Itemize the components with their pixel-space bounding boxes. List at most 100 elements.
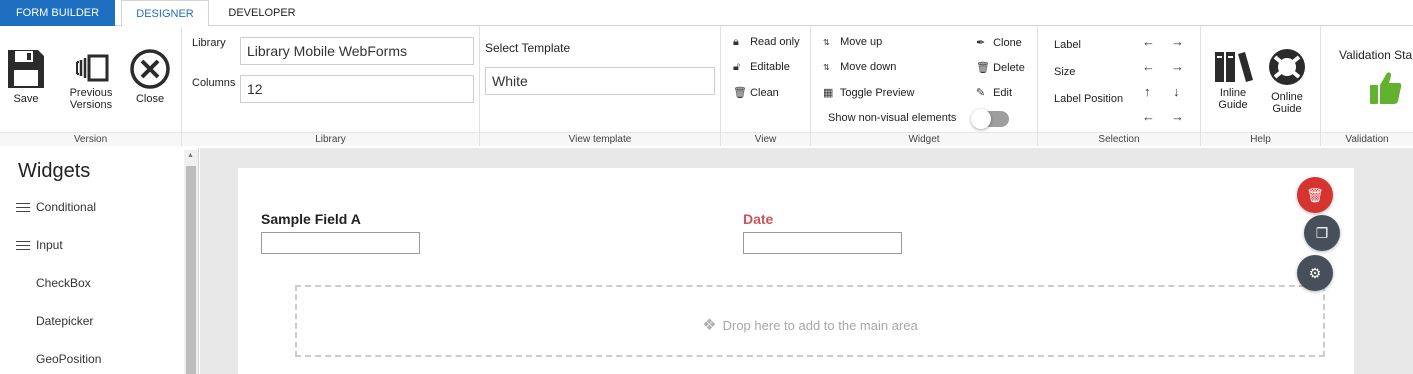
move-up-label: Move up	[840, 36, 883, 48]
save-label: Save	[13, 93, 39, 105]
label-right-arrow-icon[interactable]: →	[1171, 34, 1184, 49]
previous-versions-button[interactable]: Previous Versions	[62, 54, 120, 111]
sidebar-item-label: Input	[36, 238, 63, 252]
sort-up-icon: ⇅	[823, 38, 830, 47]
clone-widget-button[interactable]: ❐	[1304, 215, 1340, 251]
columns-input[interactable]: 12	[240, 75, 474, 103]
sidebar-item-input[interactable]: Input	[16, 238, 63, 253]
delete-widget-button[interactable]: 🗑︎	[1297, 177, 1333, 213]
group-widget-footer: Widget	[811, 132, 1037, 146]
tab-designer[interactable]: DESIGNER	[121, 0, 209, 27]
field-a-label: Sample Field A	[261, 211, 361, 227]
books-icon	[1215, 52, 1253, 82]
label-left-arrow-icon[interactable]: ←	[1142, 34, 1155, 49]
group-selection-footer: Selection	[1038, 132, 1200, 146]
toggle-knob	[971, 109, 991, 129]
close-label: Close	[135, 93, 165, 105]
size-right-arrow-icon[interactable]: →	[1171, 59, 1184, 74]
group-version-footer: Version	[0, 132, 181, 146]
thumbs-up-icon	[1370, 72, 1402, 104]
group-validation: Validation Sta Validation	[1321, 26, 1413, 146]
close-circle-icon	[130, 49, 170, 89]
trash-icon: 🗑︎	[976, 62, 990, 74]
edit-label: Edit	[993, 87, 1013, 99]
read-only-label: Read only	[750, 36, 800, 48]
online-guide-label-1: Online	[1271, 91, 1303, 103]
trash-icon: 🗑︎	[733, 87, 747, 99]
unlock-icon: 🔓︎	[733, 61, 741, 73]
lock-icon: 🔒︎	[733, 36, 739, 48]
group-help: Inline Guide Online Guide Help	[1201, 26, 1321, 146]
validation-status-label: Validation Sta	[1339, 48, 1413, 62]
date-field-input[interactable]	[743, 232, 902, 254]
clean-button[interactable]: 🗑︎ Clean	[733, 86, 779, 99]
sidebar-item-datepicker[interactable]: Datepicker	[36, 314, 93, 328]
sidebar-item-geoposition[interactable]: GeoPosition	[36, 352, 101, 366]
previous-versions-label-1: Previous	[69, 87, 113, 99]
position-down-arrow-icon[interactable]: ↓	[1173, 84, 1180, 99]
tab-developer[interactable]: DEVELOPER	[214, 0, 310, 26]
position-left-arrow-icon[interactable]: ←	[1142, 109, 1155, 124]
group-help-footer: Help	[1201, 132, 1320, 146]
move-down-button[interactable]: ⇅ Move down	[823, 61, 896, 73]
ribbon: Save Previous Versions Close Version Lib…	[0, 26, 1413, 146]
widgets-title: Widgets	[18, 160, 91, 182]
inline-guide-button[interactable]: Inline Guide	[1209, 48, 1257, 111]
library-input[interactable]: Library Mobile WebForms	[240, 37, 474, 65]
widgets-sidebar: Widgets Conditional Input CheckBox Datep…	[0, 148, 199, 374]
group-view-template: Select Template White View template	[480, 26, 721, 146]
pin-icon: ✒	[976, 37, 986, 49]
size-left-arrow-icon[interactable]: ←	[1142, 59, 1155, 74]
sidebar-item-checkbox[interactable]: CheckBox	[36, 276, 91, 290]
sidebar-item-conditional[interactable]: Conditional	[16, 200, 96, 215]
editable-button[interactable]: 🔓︎ Editable	[733, 61, 790, 74]
field-a-input[interactable]	[261, 232, 420, 254]
lifebuoy-icon	[1269, 49, 1305, 85]
position-right-arrow-icon[interactable]: →	[1171, 109, 1184, 124]
sidebar-item-label: Conditional	[36, 200, 97, 214]
online-guide-label-2: Guide	[1272, 103, 1302, 115]
select-template-label: Select Template	[485, 41, 571, 55]
group-view-footer: View	[721, 132, 810, 146]
drop-zone-label: Drop here to add to the main area	[722, 318, 918, 333]
drop-zone[interactable]: ❖ Drop here to add to the main area	[295, 285, 1325, 357]
hamburger-icon	[16, 200, 30, 215]
scroll-thumb[interactable]	[186, 166, 196, 374]
group-view-template-footer: View template	[480, 132, 720, 146]
group-widget: ⇅ Move up ⇅ Move down ▦ Toggle Preview S…	[811, 26, 1038, 146]
toggle-preview-button[interactable]: ▦ Toggle Preview	[823, 86, 914, 99]
previous-versions-label-2: Versions	[69, 99, 113, 111]
inline-guide-label-1: Inline	[1219, 87, 1247, 99]
delete-label: Delete	[993, 62, 1025, 74]
copy-icon: ❐	[1315, 225, 1329, 241]
show-non-visual-toggle[interactable]	[971, 109, 1009, 129]
clone-button[interactable]: ✒ Clone	[976, 36, 1022, 49]
close-button[interactable]: Close	[128, 48, 172, 105]
delete-button[interactable]: 🗑︎ Delete	[976, 61, 1025, 74]
group-library: Library Library Mobile WebForms Columns …	[182, 26, 480, 146]
sidebar-scrollbar[interactable]: ▲	[184, 150, 198, 374]
read-only-button[interactable]: 🔒︎ Read only	[733, 36, 800, 49]
floppy-disk-icon	[8, 50, 44, 88]
group-selection: Label Size Label Position ← → ← → ↑ ↓ ← …	[1038, 26, 1201, 146]
move-up-button[interactable]: ⇅ Move up	[823, 36, 882, 48]
scroll-up-icon[interactable]: ▲	[187, 152, 194, 159]
group-library-footer: Library	[182, 132, 479, 146]
edit-button[interactable]: ✎ Edit	[976, 86, 1012, 99]
template-select[interactable]: White	[485, 67, 715, 95]
tab-form-builder[interactable]: FORM BUILDER	[0, 0, 115, 26]
position-up-arrow-icon[interactable]: ↑	[1144, 84, 1151, 99]
online-guide-button[interactable]: Online Guide	[1263, 46, 1311, 115]
save-button[interactable]: Save	[6, 46, 46, 105]
selection-label-position-text: Label Position	[1054, 93, 1124, 105]
trash-icon: 🗑︎	[1306, 187, 1324, 203]
library-label: Library	[192, 37, 226, 49]
versions-icon	[76, 54, 109, 82]
settings-widget-button[interactable]: ⚙	[1297, 255, 1333, 291]
pencil-icon: ✎	[976, 87, 986, 99]
date-field-label: Date	[743, 211, 774, 227]
hamburger-icon	[16, 238, 30, 253]
editable-label: Editable	[750, 61, 790, 73]
gear-icon: ⚙	[1308, 265, 1322, 281]
selection-size-text: Size	[1054, 66, 1076, 78]
